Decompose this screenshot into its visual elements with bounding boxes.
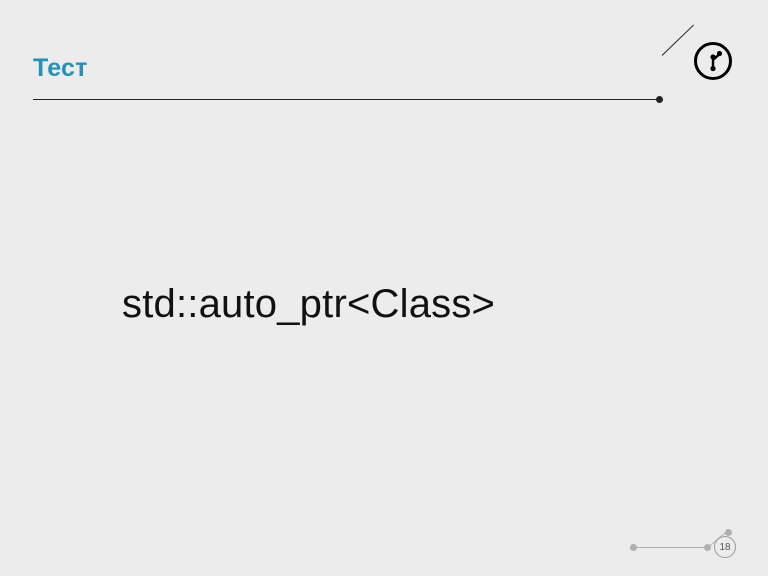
title-rule-connector [662, 25, 694, 56]
footer-decoration-dot [725, 529, 732, 536]
title-rule-dot [656, 96, 663, 103]
page-number-badge: 18 [714, 536, 736, 558]
title-rule-line [33, 99, 658, 100]
slide-body-text: std::auto_ptr<Class> [122, 282, 495, 327]
git-logo-icon [694, 42, 732, 80]
slide-footer: 18 [630, 522, 750, 562]
footer-decoration-line [634, 547, 706, 548]
slide-title: Тест [33, 54, 88, 83]
